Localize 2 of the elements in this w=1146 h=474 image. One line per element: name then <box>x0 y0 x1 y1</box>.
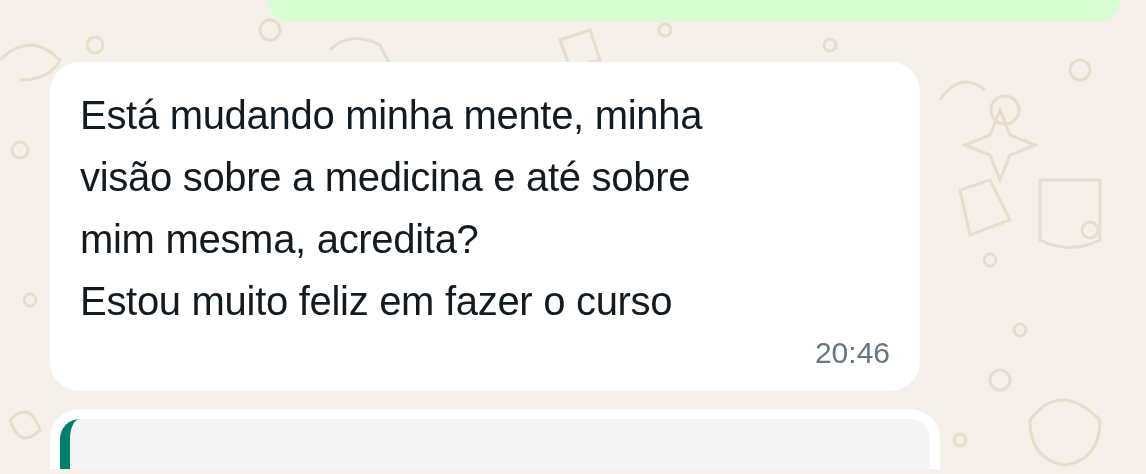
message-text: Está mudando minha mente, minha visão sobre a medicina e até sobre mim mesma, acredita? Estou muito feliz em fazer o curso <box>80 92 704 325</box>
message-time: 20:46 <box>814 335 890 371</box>
